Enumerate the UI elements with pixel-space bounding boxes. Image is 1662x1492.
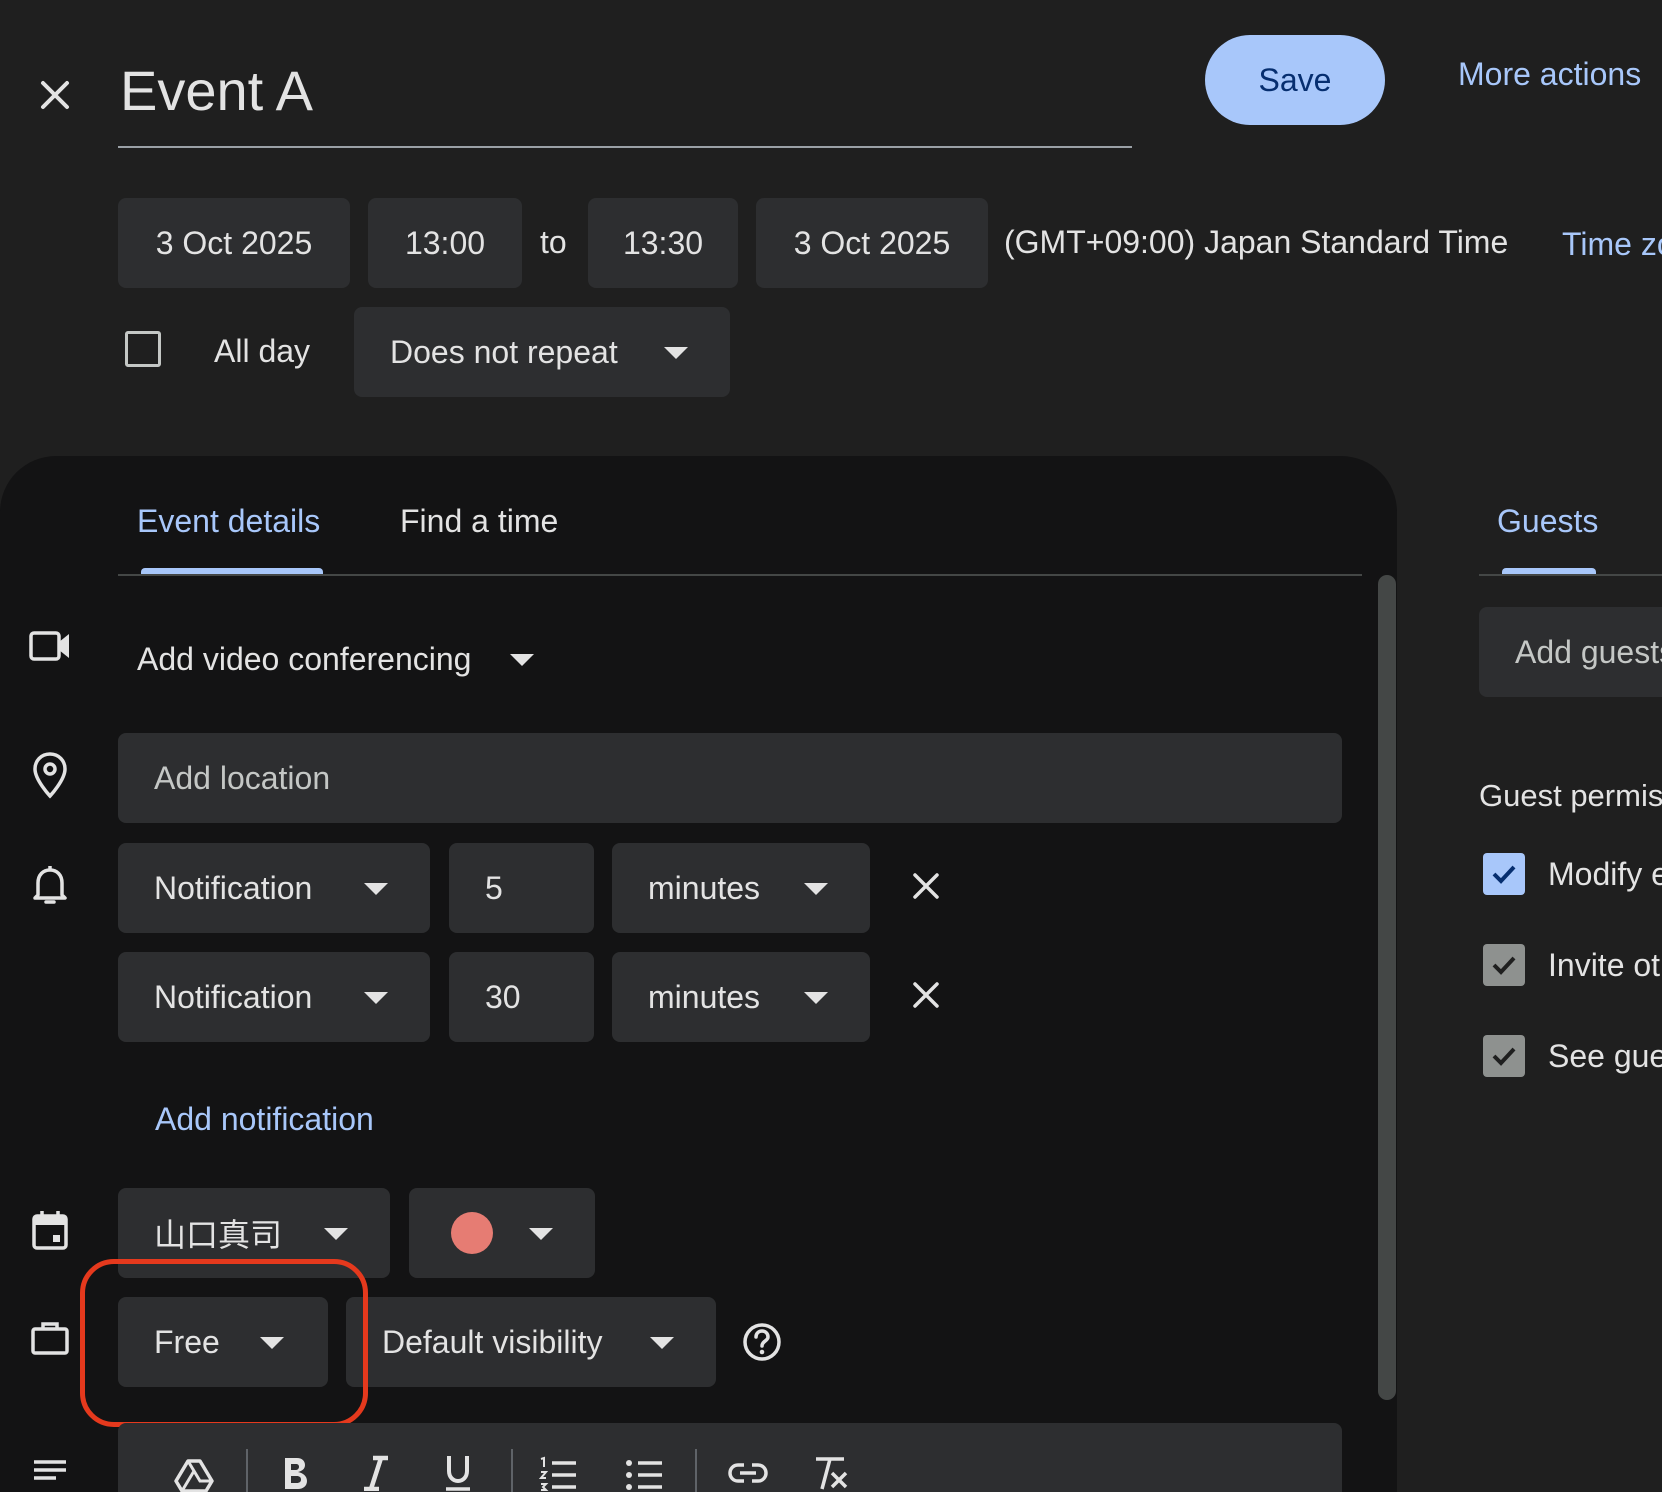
all-day-checkbox[interactable]	[125, 331, 161, 367]
check-icon	[1492, 865, 1516, 884]
toolbar-divider	[695, 1449, 697, 1492]
check-icon	[1492, 1047, 1516, 1066]
add-guests-input[interactable]: Add guests	[1479, 607, 1662, 697]
permission-label: See guest list	[1548, 1038, 1662, 1074]
timezone-link[interactable]: Time zone	[1562, 226, 1662, 263]
video-camera-icon	[28, 624, 72, 668]
check-icon	[1492, 956, 1516, 975]
chevron-down-icon	[324, 1228, 348, 1240]
notification-type-dropdown[interactable]: Notification	[118, 952, 430, 1042]
notification-unit-dropdown[interactable]: minutes	[612, 843, 870, 933]
toolbar-divider	[246, 1449, 248, 1492]
calendar-icon	[28, 1205, 72, 1255]
guests-tab-divider	[1479, 574, 1662, 576]
chevron-down-icon	[529, 1228, 553, 1240]
guest-permissions-heading: Guest permissions	[1479, 778, 1662, 813]
more-actions-button[interactable]: More actions	[1458, 56, 1641, 93]
notification-unit-dropdown[interactable]: minutes	[612, 952, 870, 1042]
toolbar-divider	[511, 1449, 513, 1492]
notification-type-dropdown[interactable]: Notification	[118, 843, 430, 933]
notification-value-input[interactable]: 30	[449, 952, 594, 1042]
calendar-owner-text: 山口真司	[154, 1216, 283, 1254]
chevron-down-icon	[650, 1337, 674, 1349]
notification-unit-text: minutes	[648, 978, 761, 1015]
link-icon[interactable]	[726, 1451, 770, 1492]
start-time-field[interactable]: 13:00	[368, 198, 522, 288]
tab-divider	[118, 574, 1362, 576]
all-day-label: All day	[214, 333, 311, 369]
timezone-label: (GMT+09:00) Japan Standard Time	[1004, 224, 1509, 260]
location-input[interactable]: Add location	[118, 733, 1342, 823]
permission-label: Modify event	[1548, 856, 1662, 892]
location-pin-icon	[28, 750, 72, 800]
event-title-text: Event A	[120, 59, 314, 122]
notification-type-text: Notification	[154, 978, 313, 1015]
event-color-dropdown[interactable]	[409, 1188, 595, 1278]
video-conferencing-text: Add video conferencing	[137, 640, 472, 677]
bold-icon[interactable]	[275, 1453, 315, 1492]
notification-unit-text: minutes	[648, 869, 761, 906]
video-conferencing-dropdown[interactable]: Add video conferencing	[137, 614, 537, 704]
add-notification-button[interactable]: Add notification	[155, 1101, 374, 1138]
repeat-dropdown[interactable]: Does not repeat	[354, 307, 730, 397]
tab-guests[interactable]: Guests	[1497, 503, 1598, 540]
location-placeholder: Add location	[154, 759, 331, 796]
highlight-ring	[80, 1259, 368, 1427]
drive-icon[interactable]	[172, 1453, 216, 1492]
notification-type-text: Notification	[154, 869, 313, 906]
remove-notification-icon[interactable]	[904, 973, 948, 1017]
chevron-down-icon	[510, 654, 534, 666]
end-time-field[interactable]: 13:30	[588, 198, 738, 288]
end-date-field[interactable]: 3 Oct 2025	[756, 198, 988, 288]
notification-value-text: 30	[485, 978, 521, 1015]
chevron-down-icon	[804, 883, 828, 895]
visibility-dropdown[interactable]: Default visibility	[346, 1297, 716, 1387]
notification-value-input[interactable]: 5	[449, 843, 594, 933]
repeat-text: Does not repeat	[390, 333, 618, 370]
remove-notification-icon[interactable]	[904, 864, 948, 908]
italic-icon[interactable]	[356, 1453, 396, 1492]
end-date-text: 3 Oct 2025	[793, 224, 951, 261]
color-swatch	[451, 1212, 493, 1254]
start-time-text: 13:00	[404, 224, 486, 261]
invite-others-checkbox[interactable]	[1483, 944, 1525, 986]
description-icon	[28, 1448, 72, 1492]
bulleted-list-icon[interactable]	[622, 1451, 666, 1492]
visibility-text: Default visibility	[382, 1323, 603, 1360]
tab-find-a-time[interactable]: Find a time	[400, 503, 558, 540]
tab-event-details[interactable]: Event details	[137, 503, 320, 540]
underline-icon[interactable]	[436, 1451, 480, 1492]
see-guest-list-checkbox[interactable]	[1483, 1035, 1525, 1077]
chevron-down-icon	[364, 992, 388, 1004]
chevron-down-icon	[664, 347, 688, 359]
permission-label: Invite others	[1548, 947, 1662, 983]
start-date-text: 3 Oct 2025	[155, 224, 313, 261]
close-icon[interactable]	[30, 70, 80, 120]
numbered-list-icon[interactable]	[536, 1451, 580, 1492]
end-time-text: 13:30	[622, 224, 704, 261]
event-title-input[interactable]: Event A	[118, 50, 1132, 148]
save-button[interactable]: Save	[1205, 35, 1385, 125]
description-toolbar	[118, 1423, 1342, 1492]
bell-icon	[28, 860, 72, 910]
save-label: Save	[1258, 61, 1332, 98]
chevron-down-icon	[364, 883, 388, 895]
clear-formatting-icon[interactable]	[808, 1451, 852, 1492]
notification-value-text: 5	[485, 869, 503, 906]
briefcase-icon	[28, 1313, 72, 1363]
modify-event-checkbox[interactable]	[1483, 853, 1525, 895]
add-guests-placeholder: Add guests	[1515, 633, 1662, 670]
start-date-field[interactable]: 3 Oct 2025	[118, 198, 350, 288]
details-scrollbar[interactable]	[1378, 575, 1396, 1400]
help-icon[interactable]	[740, 1320, 784, 1364]
to-label: to	[540, 224, 567, 260]
chevron-down-icon	[804, 992, 828, 1004]
